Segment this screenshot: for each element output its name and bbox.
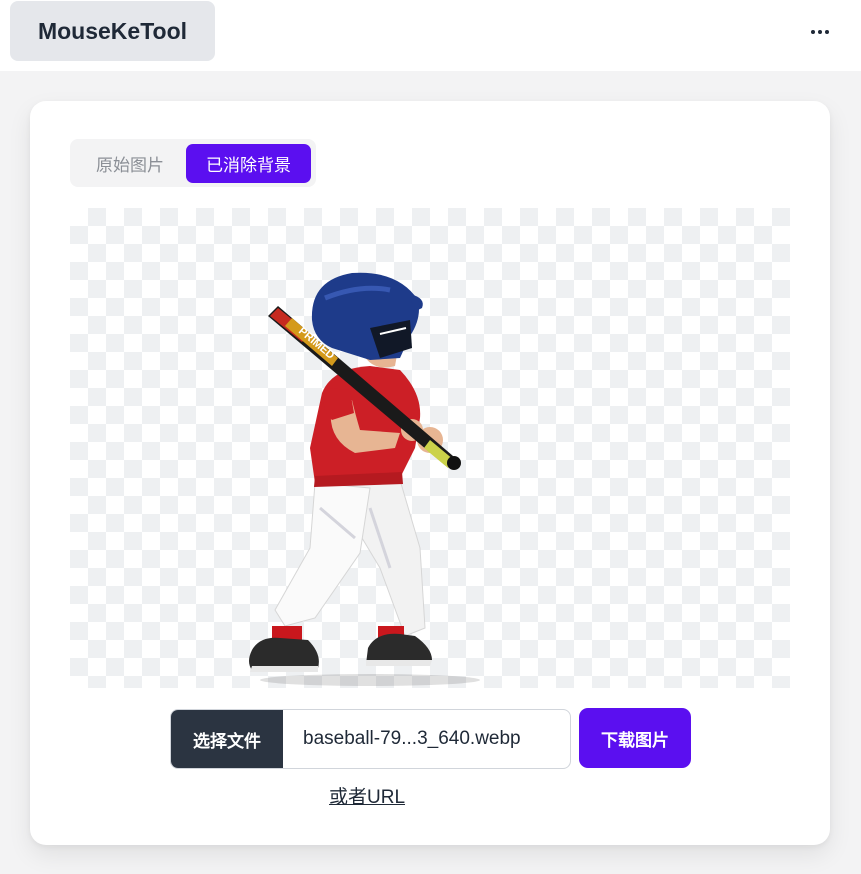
dot: [825, 30, 829, 34]
url-link[interactable]: 或者URL: [329, 782, 405, 809]
view-toggle: 原始图片 已消除背景: [70, 139, 316, 187]
choose-file-button[interactable]: 选择文件: [171, 710, 283, 768]
image-preview: PRIMED: [70, 208, 790, 688]
main-card: 原始图片 已消除背景 PRIMED 选择文件 baseball-79...3_6…: [30, 101, 830, 845]
dot: [818, 30, 822, 34]
tab-original-image[interactable]: 原始图片: [75, 144, 185, 183]
baseball-player-cutout-image: PRIMED: [249, 272, 480, 686]
dot: [811, 30, 815, 34]
download-image-button[interactable]: 下载图片: [579, 708, 691, 768]
brand-button[interactable]: MouseKeTool: [10, 1, 215, 61]
more-options-icon[interactable]: [804, 16, 836, 48]
top-bar: MouseKeTool: [0, 0, 861, 71]
file-input[interactable]: 选择文件 baseball-79...3_640.webp: [170, 709, 571, 769]
tab-background-removed[interactable]: 已消除背景: [186, 144, 311, 183]
selected-file-name: baseball-79...3_640.webp: [303, 728, 521, 749]
